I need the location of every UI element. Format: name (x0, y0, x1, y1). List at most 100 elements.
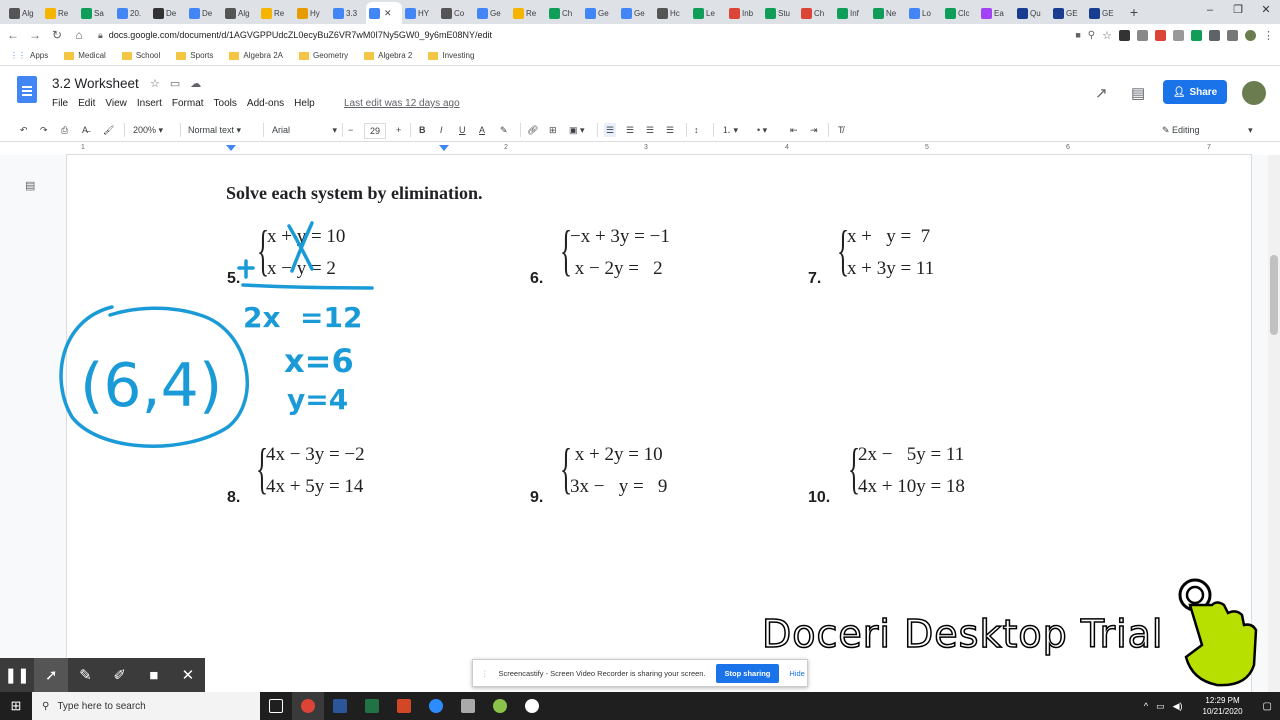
extension-icon[interactable] (1137, 29, 1148, 41)
redo-icon[interactable]: ↷ (40, 123, 48, 137)
browser-tab[interactable]: 20. (114, 2, 150, 24)
url-field[interactable]: 🔒︎ docs.google.com/document/d/1AGVGPPUdc… (94, 30, 492, 41)
underline-icon[interactable]: U (459, 123, 466, 137)
indent-marker-icon[interactable] (226, 145, 236, 151)
close-icon[interactable]: ✕ (171, 658, 205, 692)
volume-icon[interactable]: ◀) (1173, 701, 1183, 712)
menu-file[interactable]: File (52, 98, 68, 109)
extension-icon[interactable] (1173, 29, 1184, 41)
browser-tab[interactable]: 3.3 (330, 2, 366, 24)
network-icon[interactable]: ▭ (1156, 701, 1165, 712)
menu-help[interactable]: Help (294, 98, 315, 109)
browser-tab[interactable]: Lo (906, 2, 942, 24)
bold-icon[interactable]: B (419, 123, 426, 137)
scroll-thumb[interactable] (1270, 255, 1278, 335)
style-select[interactable]: Normal text ▾ (188, 123, 241, 137)
pause-icon[interactable]: ❚❚ (0, 658, 34, 692)
comments-icon[interactable]: ▤ (1131, 84, 1145, 102)
star-icon[interactable]: ☆ (150, 77, 160, 90)
indent-marker-icon[interactable] (439, 145, 449, 151)
notifications-icon[interactable]: ▢ (1263, 701, 1272, 712)
pointer-icon[interactable]: ➚ (34, 658, 69, 692)
comment-icon[interactable]: ⊞ (549, 123, 557, 137)
highlighter-icon[interactable]: ✐ (103, 658, 137, 692)
extension-icon[interactable] (1227, 29, 1238, 41)
browser-tab[interactable]: Ge (618, 2, 654, 24)
zoom-icon[interactable]: ⚲ (1088, 30, 1095, 41)
puzzle-icon[interactable] (1209, 29, 1220, 41)
windows-start-icon[interactable]: ⊞ (0, 698, 32, 714)
justify-icon[interactable]: ☰ (666, 123, 674, 137)
menu-edit[interactable]: Edit (78, 98, 95, 109)
kebab-menu-icon[interactable]: ⋮ (1263, 29, 1274, 42)
browser-tab[interactable]: Ch (546, 2, 582, 24)
paint-format-icon[interactable]: 🖌︎ (103, 123, 114, 137)
browser-tab[interactable]: Alg (222, 2, 258, 24)
itunes-taskbar-icon[interactable] (516, 692, 548, 720)
browser-tab[interactable]: Alg (6, 2, 42, 24)
minimize-icon[interactable]: – (1196, 0, 1224, 20)
avatar[interactable] (1242, 81, 1266, 105)
browser-tab[interactable]: Qu (1014, 2, 1050, 24)
browser-tab[interactable]: Ch (798, 2, 834, 24)
align-right-icon[interactable]: ☰ (646, 123, 654, 137)
menu-view[interactable]: View (105, 98, 127, 109)
share-button[interactable]: 👤︎ Share (1163, 80, 1227, 104)
browser-tab[interactable]: Ge (582, 2, 618, 24)
browser-tab[interactable]: ✕ (366, 2, 402, 24)
font-select[interactable]: Arial ▾ (272, 123, 337, 137)
editing-mode-select[interactable]: ✎ Editing ▾ (1162, 123, 1253, 137)
video-camera-icon[interactable]: ■ (137, 658, 171, 692)
task-view-icon[interactable] (260, 692, 292, 720)
menu-insert[interactable]: Insert (137, 98, 162, 109)
undo-icon[interactable]: ↶ (20, 123, 28, 137)
align-left-icon[interactable]: ☰ (604, 123, 617, 137)
numbered-list-icon[interactable]: ⒈ ▾ (722, 123, 738, 137)
image-icon[interactable]: ▣ ▾ (569, 123, 585, 137)
zoom-taskbar-icon[interactable] (420, 692, 452, 720)
menu-format[interactable]: Format (172, 98, 204, 109)
move-folder-icon[interactable]: ▭ (170, 77, 180, 90)
clear-formatting-icon[interactable]: T̸ (838, 123, 844, 137)
print-icon[interactable]: ⎙ (61, 123, 68, 137)
browser-tab[interactable]: Hc (654, 2, 690, 24)
cloud-status-icon[interactable]: ☁ (190, 77, 201, 90)
browser-tab[interactable]: HY (402, 2, 438, 24)
align-center-icon[interactable]: ☰ (626, 123, 634, 137)
browser-tab[interactable]: Ge (474, 2, 510, 24)
browser-tab[interactable]: Re (42, 2, 78, 24)
bookmark-folder[interactable]: Algebra 2 (364, 51, 412, 60)
bookmark-folder[interactable]: Algebra 2A (229, 51, 283, 60)
spellcheck-icon[interactable]: A̶ (82, 123, 88, 137)
bookmark-folder[interactable]: Medical (64, 51, 106, 60)
clock[interactable]: 12:29 PM 10/21/2020 (1203, 695, 1243, 717)
browser-tab[interactable]: Inb (726, 2, 762, 24)
last-edit-link[interactable]: Last edit was 12 days ago (344, 98, 460, 109)
chevron-up-icon[interactable]: ^ (1144, 701, 1148, 712)
extension-icon[interactable] (1155, 29, 1166, 41)
pen-icon[interactable]: ✎ (68, 658, 102, 692)
browser-tab[interactable]: Clc (942, 2, 978, 24)
browser-tab[interactable]: Ea (978, 2, 1014, 24)
font-size-input[interactable]: 29 (364, 123, 387, 139)
new-tab-button[interactable]: + (1122, 4, 1146, 20)
extension-icon[interactable] (1191, 29, 1202, 41)
browser-tab[interactable]: De (150, 2, 186, 24)
zoom-select[interactable]: 200% ▾ (133, 123, 163, 137)
adblock-icon[interactable] (1119, 29, 1130, 41)
decrease-size-icon[interactable]: − (348, 123, 353, 137)
link-icon[interactable]: 🔗︎ (527, 123, 538, 137)
close-window-icon[interactable]: ✕ (1252, 0, 1280, 20)
snip-taskbar-icon[interactable] (452, 692, 484, 720)
highlight-icon[interactable]: ✎ (500, 123, 508, 137)
bookmark-folder[interactable]: Geometry (299, 51, 348, 60)
bookmark-folder[interactable]: Investing (428, 51, 474, 60)
excel-taskbar-icon[interactable] (356, 692, 388, 720)
browser-tab[interactable]: De (186, 2, 222, 24)
camera-icon[interactable]: ■ (1075, 30, 1080, 40)
activity-trend-icon[interactable]: ↗ (1095, 84, 1108, 102)
profile-avatar[interactable] (1245, 29, 1256, 41)
line-spacing-icon[interactable]: ↕ (694, 123, 699, 137)
scrollbar[interactable] (1268, 155, 1280, 692)
browser-tab[interactable]: Sa (78, 2, 114, 24)
